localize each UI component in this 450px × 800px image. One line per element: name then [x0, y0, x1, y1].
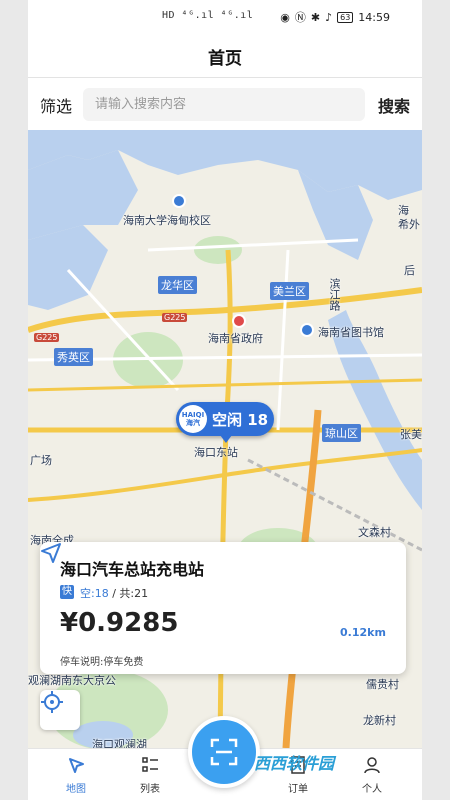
map-label-xi-right: 希外 [398, 218, 420, 231]
station-card[interactable]: 海口汽车总站充电站 快 空:18 / 共:21 ¥0.9285 停车说明:停车免… [40, 542, 406, 674]
scan-button[interactable] [188, 716, 260, 788]
battery-icon: 63 [337, 11, 354, 23]
nfc-icon: Ⓝ [294, 11, 306, 24]
list-icon [142, 757, 158, 772]
map-label-haida: 海南大学海甸校区 [123, 214, 211, 227]
tab-list[interactable]: 列表 [120, 755, 180, 795]
map-label-longxincun: 龙新村 [363, 714, 396, 727]
parking-note: 停车说明:停车免费 [60, 657, 144, 668]
price-label: ¥0.9285 [60, 608, 179, 638]
filter-button[interactable]: 筛选 [40, 93, 72, 117]
tab-orders-label: 订单 [288, 784, 308, 795]
marker-status: 空闲 18 [212, 410, 269, 429]
search-input[interactable] [83, 88, 365, 121]
bluetooth-icon: ✱ [310, 10, 321, 24]
page-title: 首页 [208, 49, 242, 69]
total-count: / 共:21 [112, 587, 149, 600]
navigate-icon[interactable] [40, 542, 62, 564]
government-icon [232, 314, 246, 328]
map-pin-icon [69, 758, 84, 773]
tab-profile-label: 个人 [362, 784, 382, 795]
map-label-zhang-right: 张美 [400, 428, 422, 441]
header-bar: 首页 [28, 34, 422, 78]
map-view[interactable]: 海南大学海甸校区 海南省政府 海南省图书馆 海口东站 滨江路 广场 海南全成 文… [28, 130, 422, 748]
district-qiongshan: 琼山区 [322, 424, 361, 442]
road-tag-g225-west: G225 [34, 333, 60, 342]
user-icon [364, 757, 380, 774]
station-marker[interactable]: HAIQI 海汽 空闲 18 [176, 402, 274, 436]
eye-icon: ◉ [280, 10, 290, 24]
status-right: ◉ Ⓝ ✱ ♪ 63 14:59 [280, 9, 390, 25]
search-button[interactable]: 搜索 [378, 93, 410, 117]
university-icon [172, 194, 186, 208]
marker-pointer [220, 435, 232, 443]
map-label-guangchang: 广场 [30, 454, 52, 467]
haiqi-logo: HAIQI 海汽 [179, 405, 207, 433]
status-bar: HD ⁴ᴳ.ıl ⁴ᴳ.ıl ◉ Ⓝ ✱ ♪ 63 14:59 [28, 0, 422, 34]
locate-button[interactable] [40, 690, 80, 730]
district-meilan: 美兰区 [270, 282, 309, 300]
clock: 14:59 [358, 10, 390, 24]
district-longhua: 龙华区 [158, 276, 197, 294]
map-label-library: 海南省图书馆 [318, 326, 384, 339]
map-label-haikou-east: 海口东站 [194, 446, 238, 459]
station-name: 海口汽车总站充电站 [60, 560, 205, 579]
mute-icon: ♪ [325, 10, 333, 24]
tab-map-label: 地图 [66, 784, 86, 795]
crosshair-icon [41, 691, 63, 713]
map-label-binjiang: 滨江路 [328, 278, 341, 311]
scan-icon [210, 738, 238, 766]
free-count: 空:18 [80, 587, 109, 600]
district-xiuying: 秀英区 [54, 348, 93, 366]
tab-list-label: 列表 [140, 784, 160, 795]
availability: 空:18 / 共:21 [80, 585, 148, 601]
app-screen: HD ⁴ᴳ.ıl ⁴ᴳ.ıl ◉ Ⓝ ✱ ♪ 63 14:59 首页 筛选 搜索 [28, 0, 422, 800]
library-icon [300, 323, 314, 337]
map-label-chuanhucun: 儒贵村 [366, 678, 399, 691]
map-label-guanlan-top: 观澜湖南东大京公 [28, 674, 116, 687]
tab-profile[interactable]: 个人 [342, 755, 402, 795]
tab-map[interactable]: 地图 [46, 755, 106, 795]
search-row: 筛选 搜索 [28, 78, 422, 130]
signal-icons: HD ⁴ᴳ.ıl ⁴ᴳ.ıl [162, 10, 254, 21]
map-label-wenchuncun: 文森村 [358, 526, 391, 539]
road-tag-g225: G225 [162, 313, 188, 322]
watermark: 西西软件园 [254, 754, 335, 773]
fast-charge-badge: 快 [60, 585, 74, 599]
map-label-hou-right: 后 [404, 264, 415, 277]
map-label-guanlan: 海口观澜湖 [92, 738, 147, 748]
map-label-gov: 海南省政府 [208, 332, 263, 345]
distance-label: 0.12km [340, 626, 386, 639]
